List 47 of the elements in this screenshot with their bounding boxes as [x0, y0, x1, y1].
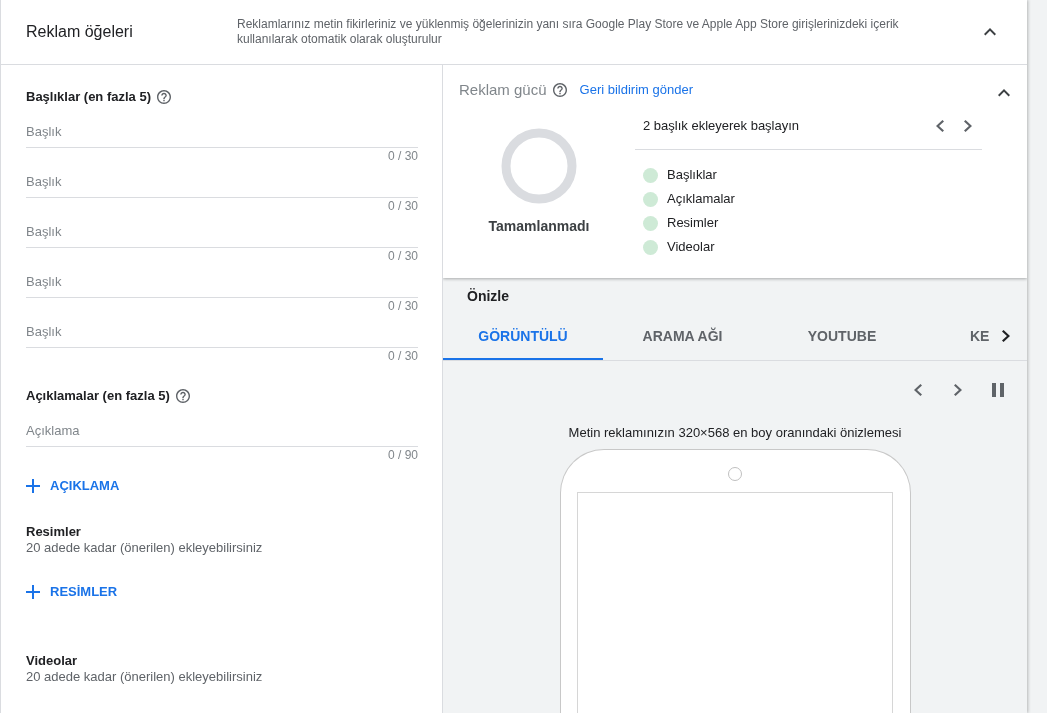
section-description: Reklamlarınız metin fikirleriniz ve yüklenmiş öğelerinizin yanı sıra Google Play Store ve Apple App Store girişlerinizdeki içerik kullanılarak otomatik olarak oluşturulur [237, 17, 900, 47]
headline-input[interactable]: Başlık [26, 215, 418, 248]
headline-input[interactable]: Başlık [26, 165, 418, 198]
field-group-label: Açıklamalar (en fazla 5) [26, 388, 170, 404]
tip-text: 2 başlık ekleyerek başlayın [643, 116, 800, 135]
headline-input[interactable]: Başlık [26, 265, 418, 298]
tab[interactable]: YOUTUBE [762, 312, 922, 360]
checklist-item: Resimler [667, 214, 719, 233]
help-icon[interactable] [175, 389, 190, 403]
preview-heading: Önizle [466, 288, 510, 304]
description-input[interactable]: Açıklama [26, 414, 418, 447]
help-icon[interactable] [157, 90, 171, 104]
character-counter: 0 / 30 [387, 299, 418, 314]
plus-icon [26, 479, 40, 493]
section-hint: 20 adede kadar (önerilen) ekleyebilirsiniz [26, 540, 264, 555]
character-counter: 0 / 90 [387, 448, 418, 463]
checklist-item: Videolar [667, 238, 715, 257]
add-images-button[interactable]: RESİMLER [26, 574, 118, 610]
character-counter: 0 / 30 [387, 149, 418, 164]
character-counter: 0 / 30 [387, 249, 418, 264]
section-heading: Resimler [26, 524, 82, 540]
add-description-button[interactable]: AÇIKLAMA [26, 468, 120, 504]
character-counter: 0 / 30 [387, 199, 418, 214]
checklist-item: Açıklamalar [667, 190, 735, 209]
section-title: Reklam öğeleri [26, 22, 134, 42]
ring-icon [501, 128, 577, 204]
headline-input[interactable]: Başlık [26, 115, 418, 148]
tab[interactable]: GÖRÜNTÜLÜ [443, 312, 603, 360]
tab[interactable]: ARAMA AĞI [603, 312, 762, 360]
character-counter: 0 / 30 [387, 349, 418, 364]
section-heading: Videolar [26, 653, 79, 669]
feedback-link[interactable]: Geri bildirim gönder [579, 80, 693, 100]
headline-input[interactable]: Başlık [26, 315, 418, 348]
strength-status: Tamamlanmadı [488, 218, 590, 234]
chevron-right-icon[interactable] [1002, 330, 1010, 342]
card-title: Reklam gücü [459, 80, 547, 100]
chevron-left-icon[interactable] [936, 119, 944, 132]
field-group-label: Başlıklar (en fazla 5) [26, 89, 151, 105]
pause-icon[interactable] [992, 383, 1004, 397]
chevron-left-icon[interactable] [914, 384, 922, 396]
checklist-item: Başlıklar [667, 166, 717, 185]
tab[interactable]: KE [922, 312, 992, 360]
help-icon[interactable] [552, 83, 567, 97]
plus-icon [26, 585, 40, 599]
section-hint: 20 adede kadar (önerilen) ekleyebilirsiniz [26, 669, 264, 684]
preview-caption: Metin reklamınızın 320×568 en boy oranındaki önizlemesi [567, 425, 903, 441]
chevron-right-icon[interactable] [964, 119, 972, 132]
